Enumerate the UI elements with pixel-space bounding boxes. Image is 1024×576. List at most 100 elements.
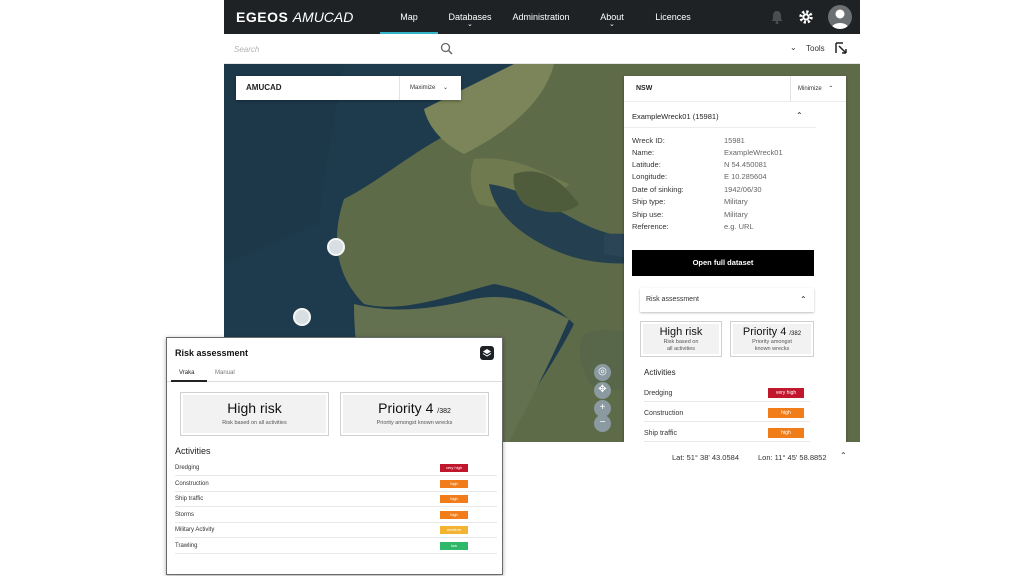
nav-item-licences[interactable]: Licences: [648, 0, 698, 34]
field-name: Name: ExampleWreck01: [632, 148, 783, 157]
brand-main: EGEOS: [236, 9, 289, 25]
open-full-dataset-button[interactable]: Open full dataset: [632, 250, 814, 276]
tab-vraka[interactable]: Vraka: [179, 370, 194, 376]
priority-suffix: /382: [437, 408, 451, 415]
field-value: 1942/06/30: [724, 185, 762, 194]
risk-assessment-header[interactable]: Risk assessment ⌃: [640, 288, 814, 312]
field-value: 15981: [724, 136, 745, 145]
field-key: Wreck ID:: [632, 136, 665, 145]
field-key: Ship type:: [632, 197, 666, 206]
priority-box: Priority 4 /382 Priority amongst known w…: [730, 321, 814, 357]
popup-tabs: Vraka Manual: [167, 367, 502, 382]
chevron-up-icon: ⌃: [800, 295, 807, 304]
activity-label: Ship traffic: [644, 430, 677, 437]
risk-badge: high: [768, 428, 804, 438]
risk-badge: very high: [440, 464, 468, 472]
wreck-marker[interactable]: [293, 308, 311, 326]
activity-label: Dredging: [175, 465, 200, 471]
tools-pointer-icon[interactable]: [834, 41, 848, 55]
risk-badge: high: [440, 495, 468, 503]
wreck-marker[interactable]: [327, 238, 345, 256]
search-icon[interactable]: [440, 42, 453, 55]
minimize-button[interactable]: Minimize ⌃: [790, 76, 846, 102]
nsw-panel-title: NSW: [636, 85, 653, 92]
maximize-label: Maximize: [410, 85, 436, 91]
double-chevron-down-icon: ⌄: [443, 85, 449, 91]
activity-label: Dredging: [644, 390, 673, 397]
nav-item-label: Administration: [512, 12, 570, 22]
activity-row: Ship traffic high: [175, 494, 497, 507]
nav-item-administration[interactable]: Administration: [506, 0, 576, 34]
tab-manual[interactable]: Manual: [215, 370, 235, 376]
field-longitude: Longitude: E 10.285604: [632, 172, 767, 181]
priority-sub: Priority amongst known wrecks: [376, 420, 453, 426]
risk-assessment-popup: Risk assessment Vraka Manual High risk R…: [166, 337, 503, 575]
activity-row: Dredging very high: [644, 388, 810, 402]
popup-title: Risk assessment: [175, 348, 249, 358]
gear-icon[interactable]: [797, 8, 815, 26]
activity-label: Construction: [644, 410, 684, 417]
top-navigation-bar: EGEOS AMUCAD Map Databases ⌄ Administrat…: [224, 0, 860, 34]
activity-label: Military Activity: [175, 527, 215, 533]
field-date-of-sinking: Date of sinking: 1942/06/30: [632, 185, 762, 194]
nav-item-databases[interactable]: Databases ⌄: [440, 0, 500, 34]
risk-level-sub: Risk based on all activities: [222, 420, 287, 426]
risk-badge: medium: [440, 526, 468, 534]
activity-row: Construction high: [644, 408, 810, 422]
chevron-up-icon[interactable]: ⌃: [840, 451, 847, 460]
activity-row: Dredging very high: [175, 463, 497, 476]
field-reference: Reference: e.g. URL: [632, 222, 754, 231]
risk-badge: high: [768, 408, 804, 418]
nav-item-label: Map: [400, 12, 418, 22]
activity-row: Construction high: [175, 479, 497, 492]
locate-icon[interactable]: ◎: [594, 364, 611, 381]
maximize-button[interactable]: Maximize ⌄: [399, 76, 461, 100]
field-wreck-id: Wreck ID: 15981: [632, 136, 745, 145]
popup-layers-icon[interactable]: [480, 346, 494, 360]
field-value: Military: [724, 197, 748, 206]
brand-logo[interactable]: EGEOS AMUCAD: [236, 9, 353, 25]
user-avatar-icon[interactable]: [828, 5, 852, 29]
nav-item-about[interactable]: About ⌄: [590, 0, 634, 34]
amucad-card: AMUCAD Maximize ⌄: [236, 76, 461, 100]
priority-sub1: Priority amongst: [752, 339, 792, 345]
risk-level-sub2: all activities: [666, 346, 696, 352]
field-key: Ship use:: [632, 210, 664, 219]
activity-row: Ship traffic high: [644, 428, 810, 442]
bell-icon[interactable]: [768, 8, 786, 26]
risk-badge: low: [440, 542, 468, 550]
priority-suffix: /382: [789, 331, 802, 337]
tools-label[interactable]: Tools: [806, 44, 825, 53]
activity-row: Military Activity medium: [175, 525, 497, 538]
minimize-label: Minimize: [798, 86, 822, 92]
field-key: Name:: [632, 148, 655, 157]
risk-badge: high: [440, 511, 468, 519]
field-key: Date of sinking:: [632, 185, 684, 194]
chevron-down-icon[interactable]: ⌄: [790, 43, 797, 52]
nsw-panel: NSW Minimize ⌃ ExampleWreck01 (15981) ⌃ …: [624, 76, 846, 442]
field-key: Reference:: [632, 222, 669, 231]
activity-label: Storms: [175, 512, 195, 518]
longitude-readout: Lon: 11° 45' 58.8852: [758, 453, 827, 462]
activities-title: Activities: [644, 368, 676, 377]
field-latitude: Latitude: N 54.450081: [632, 160, 767, 169]
activities-title: Activities: [175, 446, 211, 456]
risk-badge: very high: [768, 388, 804, 398]
priority-title: Priority 4 /382: [731, 326, 813, 338]
activity-row: Storms high: [175, 510, 497, 523]
risk-badge: high: [440, 480, 468, 488]
nav-item-map[interactable]: Map: [380, 0, 438, 34]
wreck-section-header[interactable]: ExampleWreck01 (15981) ⌃: [624, 104, 816, 128]
zoom-out-button[interactable]: −: [594, 415, 611, 432]
compass-icon[interactable]: ✥: [594, 382, 611, 399]
field-key: Latitude:: [632, 160, 661, 169]
nav-item-label: Licences: [655, 12, 691, 22]
risk-level-box: High risk Risk based on all activities: [180, 392, 329, 436]
chevron-down-icon: ⌄: [609, 21, 615, 28]
field-ship-type: Ship type: Military: [632, 197, 748, 206]
field-value: Military: [724, 210, 748, 219]
active-tab-indicator: [171, 380, 207, 382]
field-key: Longitude:: [632, 172, 668, 181]
activity-label: Ship traffic: [175, 496, 204, 502]
search-input[interactable]: [234, 41, 434, 57]
